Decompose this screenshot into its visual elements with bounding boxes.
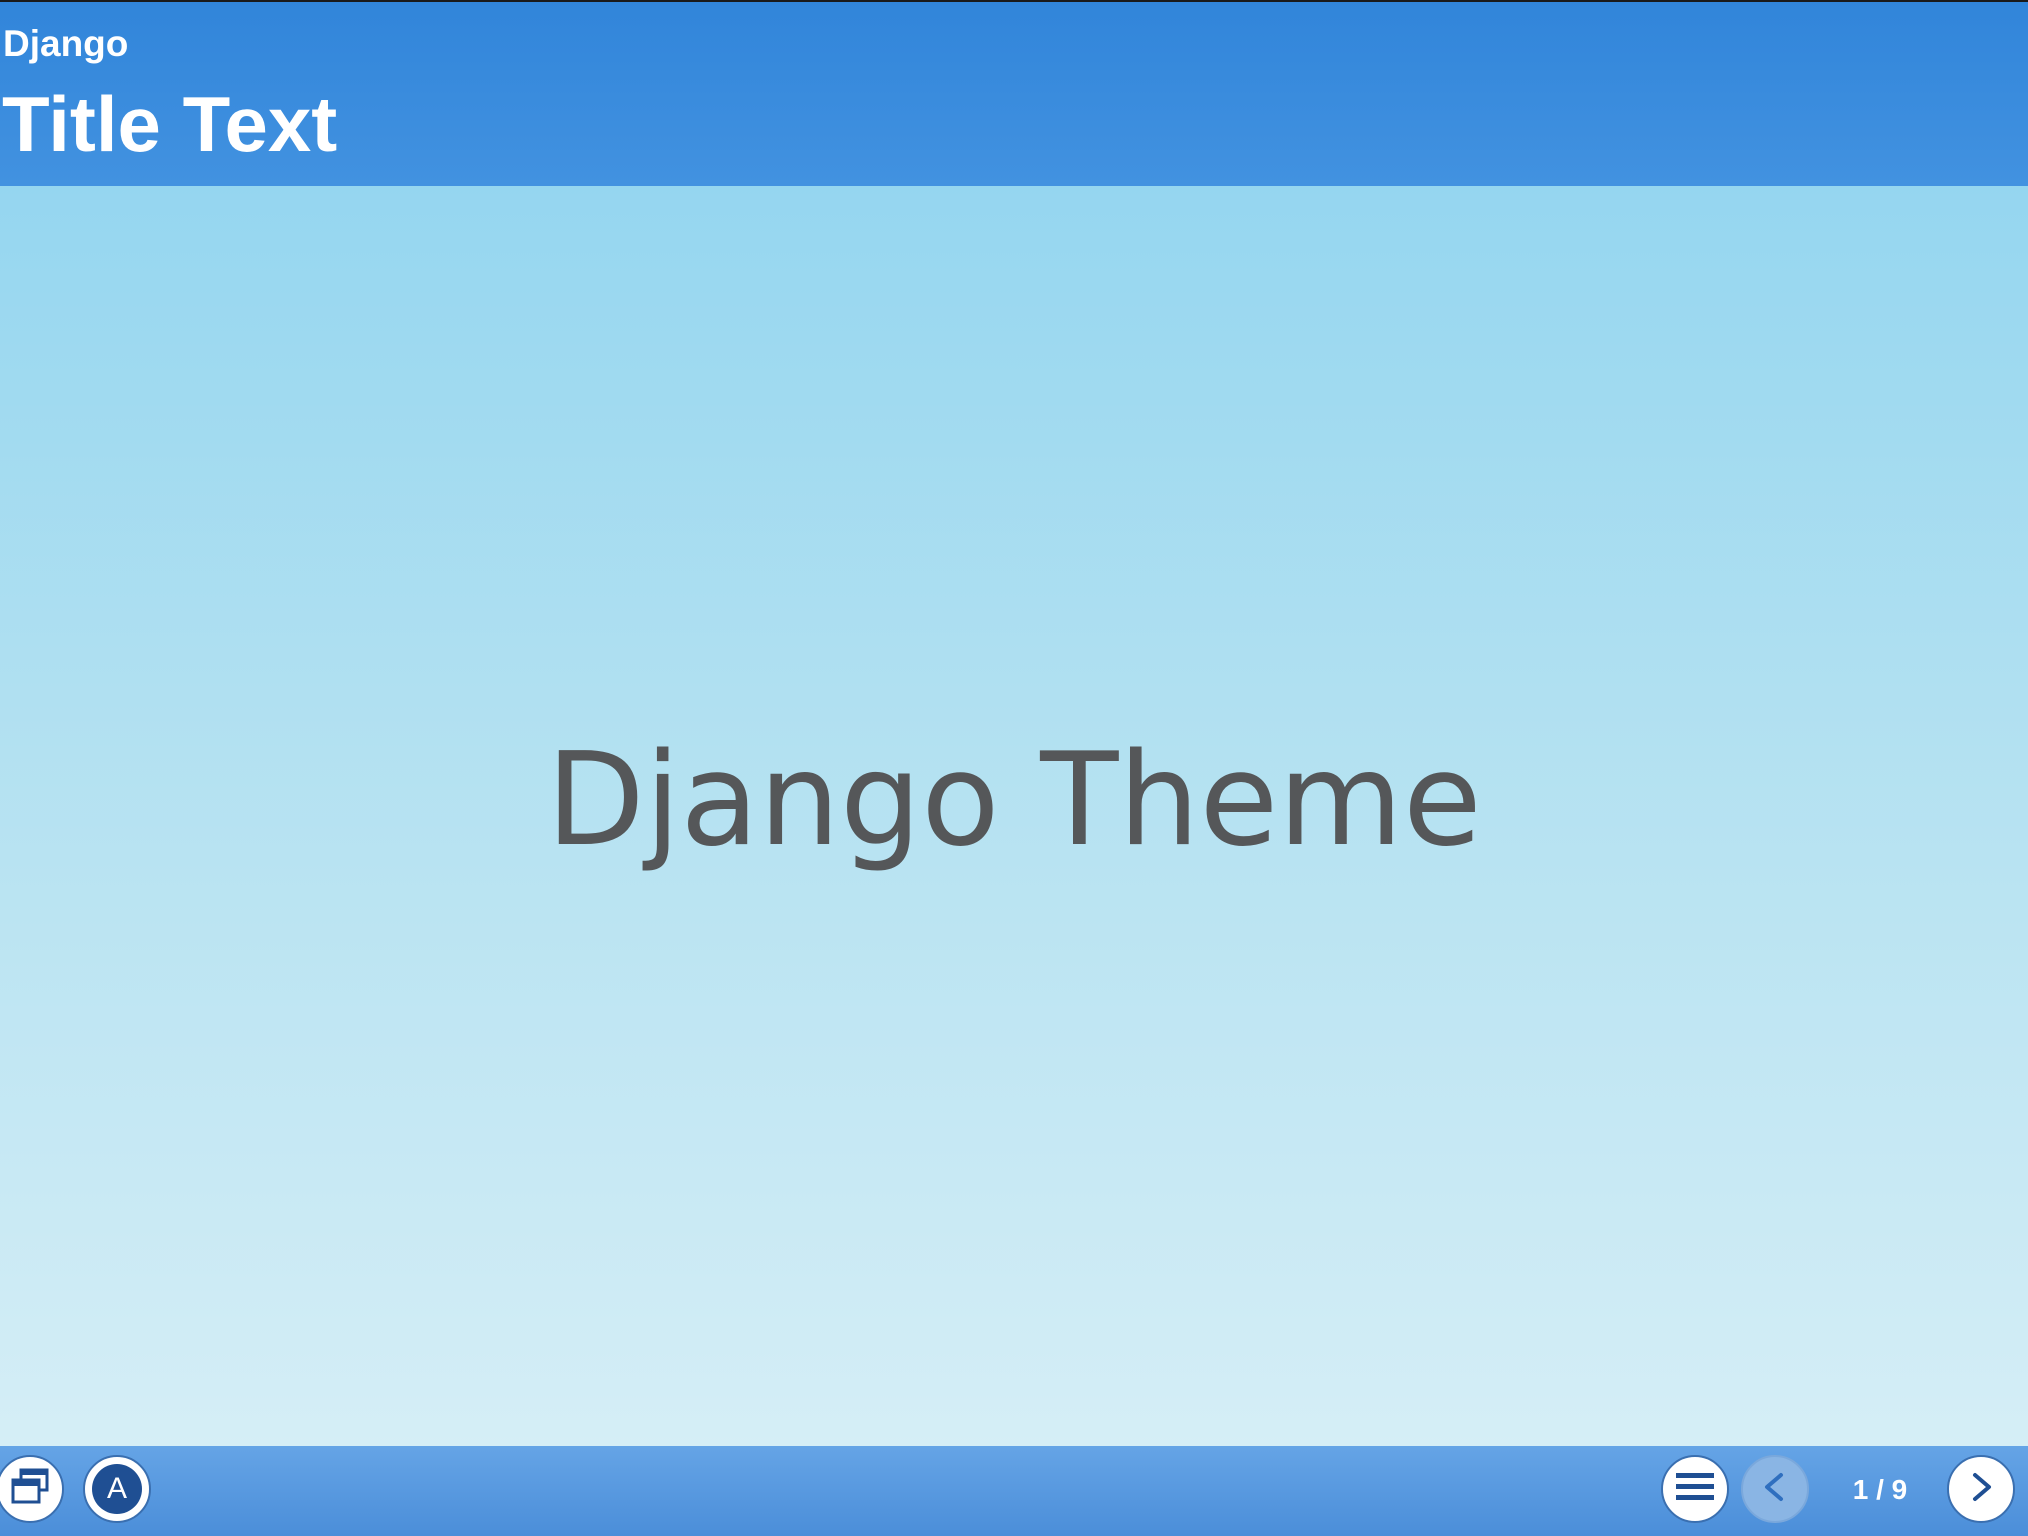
- slide-main-text: Django Theme: [546, 726, 1482, 875]
- header-subtitle: Django: [3, 23, 129, 64]
- chevron-left-icon: [1755, 1467, 1795, 1511]
- chevron-right-icon: [1961, 1467, 2001, 1511]
- presentation-window: Django Title Text Django Theme A 1 / 9: [0, 0, 2028, 1536]
- menu-button[interactable]: [1661, 1455, 1729, 1523]
- slide-header: Django Title Text: [0, 2, 2028, 186]
- hamburger-menu-icon: [1673, 1465, 1717, 1513]
- accessibility-label: A: [92, 1464, 142, 1514]
- page-counter: 1 / 9: [1852, 1474, 1908, 1505]
- accessibility-button[interactable]: A: [83, 1455, 151, 1523]
- next-slide-button[interactable]: [1947, 1455, 2015, 1523]
- windows-button[interactable]: [0, 1455, 64, 1523]
- navigation-bar: A 1 / 9: [0, 1446, 2028, 1536]
- header-title: Title Text: [2, 80, 338, 168]
- slide-content: Django Theme: [0, 186, 2028, 1446]
- previous-slide-button[interactable]: [1741, 1455, 1809, 1523]
- windows-icon: [7, 1464, 53, 1514]
